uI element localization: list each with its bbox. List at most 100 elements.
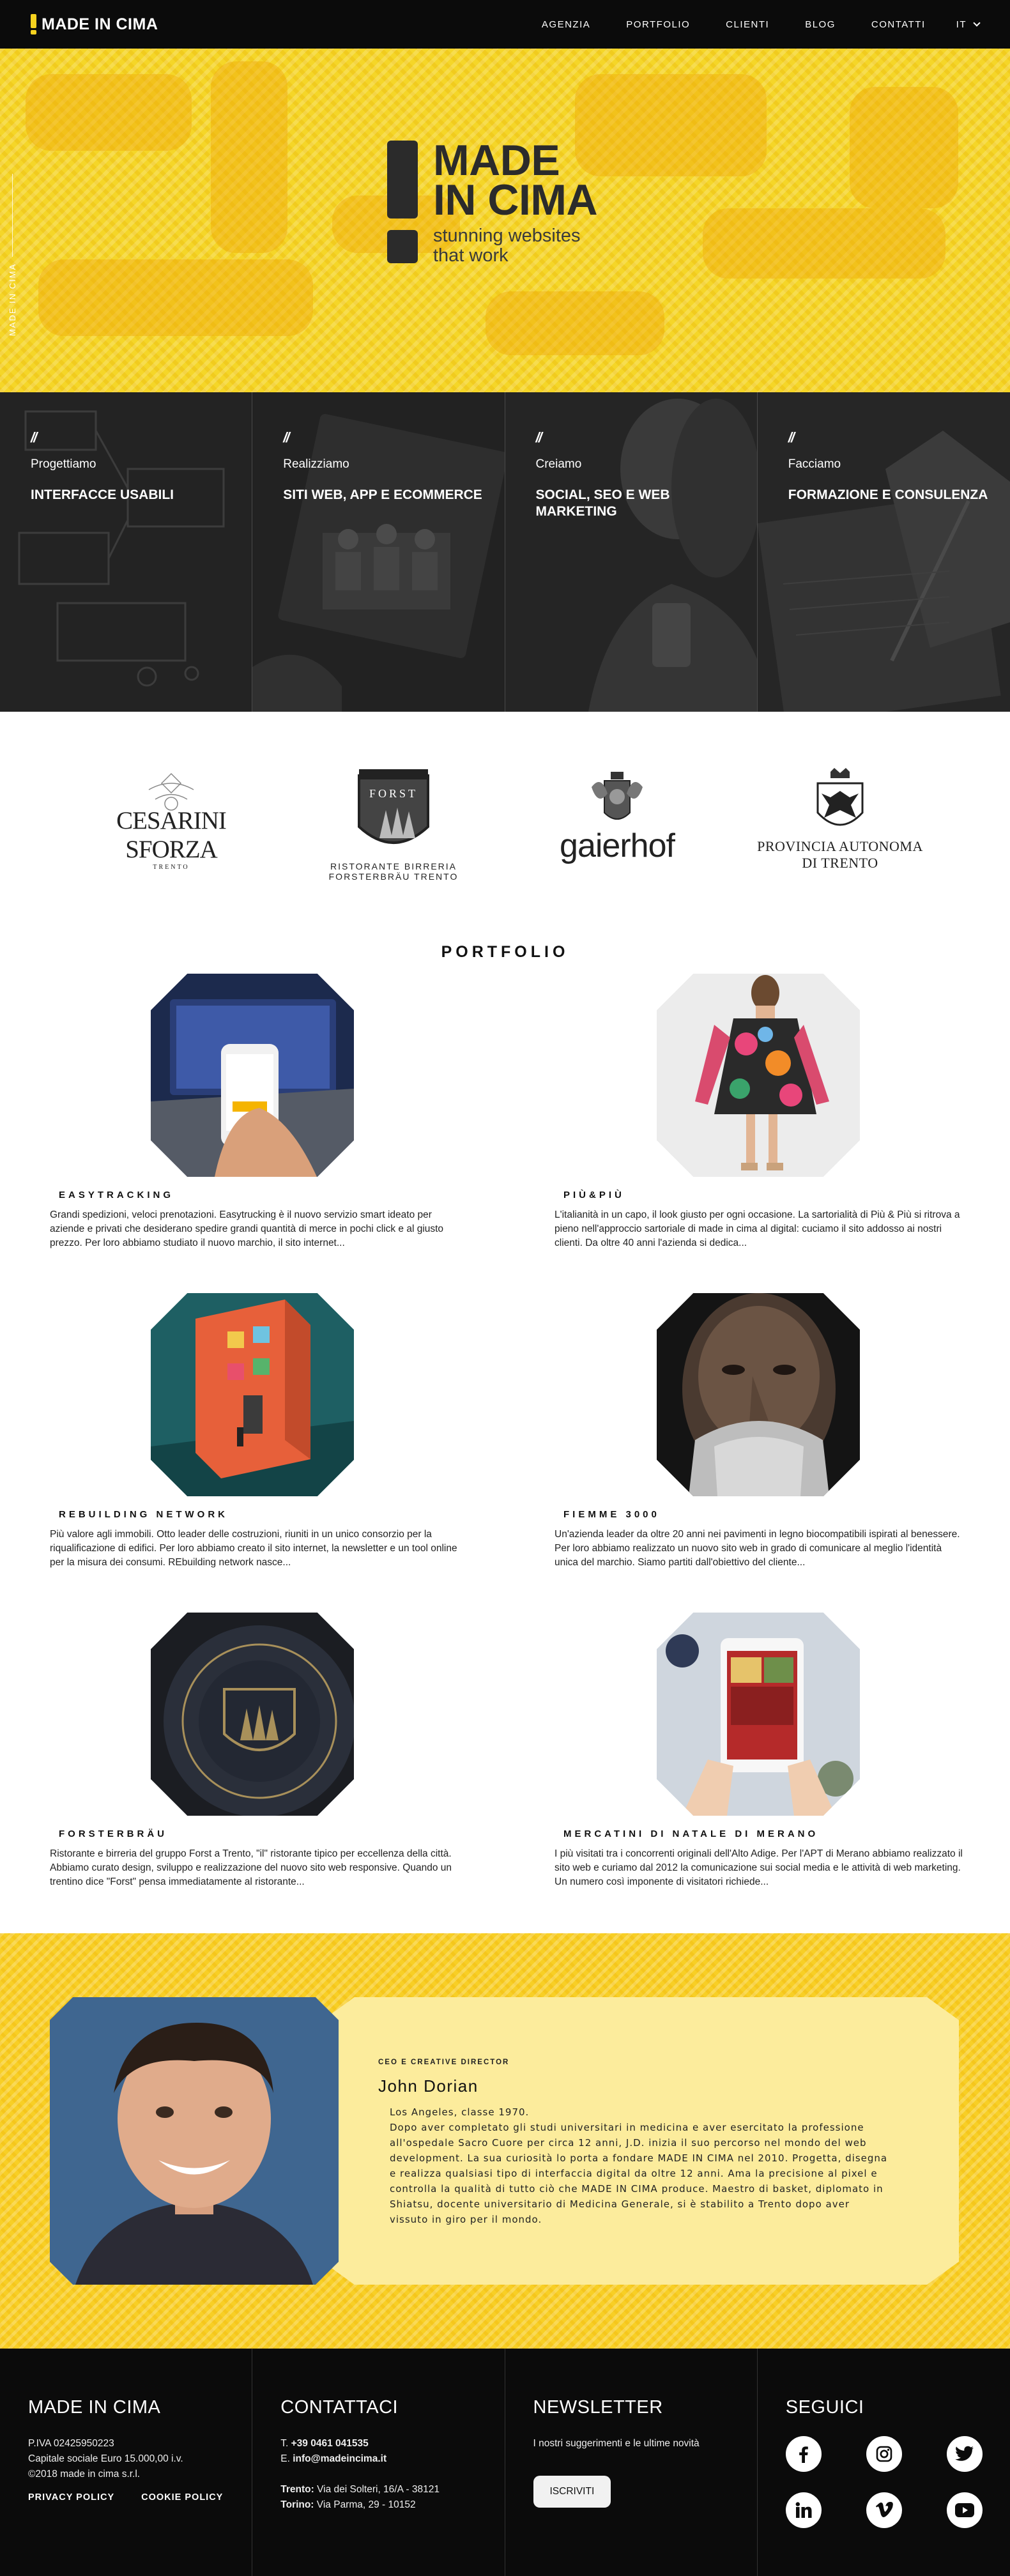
service-slash: // bbox=[283, 429, 289, 445]
footer-social-title: SEGUICI bbox=[785, 2397, 864, 2418]
contact-phone[interactable]: T. +39 0461 041535 bbox=[280, 2436, 504, 2451]
company-capital: Capitale sociale Euro 15.000,00 i.v. bbox=[28, 2453, 183, 2464]
portfolio-item-desc: Grandi spedizioni, veloci prenotazioni. … bbox=[50, 1209, 444, 1248]
linkedin-icon[interactable] bbox=[785, 2492, 822, 2528]
service-title: FORMAZIONE E CONSULENZA bbox=[788, 487, 988, 502]
provincia-eagle-icon bbox=[816, 768, 864, 826]
cesarini-name: CESARINI SFORZA bbox=[116, 807, 227, 863]
footer-company: MADE IN CIMA P.IVA 02425950223 Capitale … bbox=[0, 2349, 253, 2576]
privacy-policy-link[interactable]: PRIVACY POLICY bbox=[28, 2492, 114, 2503]
portfolio-item-name: FORSTERBRÄU bbox=[59, 1828, 167, 1839]
client-gaierhof[interactable]: gaierhof bbox=[547, 768, 687, 865]
footer-contacts: CONTATTACI T. +39 0461 041535 E. info@ma… bbox=[252, 2349, 505, 2576]
portfolio-item-desc: L'italianità in un capo, il look giusto … bbox=[555, 1209, 960, 1248]
portfolio-thumbnail[interactable] bbox=[657, 1293, 860, 1496]
service-card-siti-web[interactable]: // Realizziamo SITI WEB, APP E ECOMMERCE bbox=[252, 392, 505, 712]
portfolio-item-easytracking[interactable]: EASYTRACKING Grandi spedizioni, veloci p… bbox=[50, 974, 459, 1250]
subscribe-button[interactable]: ISCRIVITI bbox=[533, 2476, 611, 2508]
vimeo-icon[interactable] bbox=[866, 2492, 902, 2528]
service-kicker: Facciamo bbox=[788, 457, 841, 471]
service-kicker: Realizziamo bbox=[283, 457, 349, 471]
client-provincia-trento[interactable]: PROVINCIA AUTONOMA DI TRENTO bbox=[754, 768, 926, 871]
logo-mark-icon bbox=[31, 14, 36, 34]
portfolio-item-forsterbrau[interactable]: FORSTERBRÄU Ristorante e birreria del gr… bbox=[50, 1613, 459, 1889]
portfolio-item-piu-piu[interactable]: PIÙ&PIÙ L'italianità in un capo, il look… bbox=[555, 974, 963, 1250]
portfolio-item-name: FIEMME 3000 bbox=[563, 1509, 660, 1520]
hero-logo-line-1: MADE bbox=[433, 136, 560, 185]
portfolio-thumbnail[interactable] bbox=[151, 974, 354, 1177]
service-card-interfacce[interactable]: // Progettiamo INTERFACCE USABILI bbox=[0, 392, 253, 712]
cookie-policy-link[interactable]: COOKIE POLICY bbox=[141, 2492, 223, 2503]
team-member-name: John Dorian bbox=[378, 2076, 478, 2096]
nav-link-agenzia[interactable]: AGENZIA bbox=[542, 19, 590, 30]
footer-contacts-title: CONTATTACI bbox=[280, 2397, 399, 2418]
contact-email[interactable]: E. info@madeincima.it bbox=[280, 2451, 504, 2467]
newsletter-text: I nostri suggerimenti e le ultime novità bbox=[533, 2438, 700, 2449]
portfolio-item-fiemme-3000[interactable]: FIEMME 3000 Un'azienda leader da oltre 2… bbox=[555, 1293, 963, 1570]
portfolio-thumbnail[interactable] bbox=[151, 1293, 354, 1496]
forst-line-1: RISTORANTE BIRRERIA bbox=[330, 861, 457, 871]
service-title: SOCIAL, SEO E WEB MARKETING bbox=[535, 487, 670, 519]
logo-mark-icon bbox=[387, 141, 418, 263]
facebook-icon[interactable] bbox=[785, 2436, 822, 2472]
hero-logo: MADE IN CIMA stunning websites that work bbox=[387, 136, 598, 266]
portfolio-item-mercatini-merano[interactable]: MERCATINI DI NATALE DI MERANO I più visi… bbox=[555, 1613, 963, 1889]
nav-link-portfolio[interactable]: PORTFOLIO bbox=[626, 19, 690, 30]
footer: MADE IN CIMA P.IVA 02425950223 Capitale … bbox=[0, 2349, 1010, 2576]
chevron-down-icon bbox=[973, 19, 981, 27]
gaierhof-name: gaierhof bbox=[560, 827, 675, 864]
nav-link-blog[interactable]: BLOG bbox=[805, 19, 836, 30]
team-section: CEO E CREATIVE DIRECTOR John Dorian Los … bbox=[0, 1933, 1010, 2349]
company-vat: P.IVA 02425950223 bbox=[28, 2438, 114, 2449]
instagram-icon[interactable] bbox=[866, 2436, 902, 2472]
provincia-line-1: PROVINCIA AUTONOMA bbox=[757, 838, 923, 854]
youtube-icon[interactable] bbox=[946, 2492, 983, 2528]
team-member-photo bbox=[50, 1997, 339, 2285]
portfolio-thumbnail[interactable] bbox=[657, 974, 860, 1177]
twitter-icon[interactable] bbox=[946, 2436, 983, 2472]
forst-line-2: FORSTERBRÄU TRENTO bbox=[328, 871, 459, 882]
bio-text: Dopo aver completato gli studi universit… bbox=[390, 2122, 888, 2225]
language-selector[interactable]: IT bbox=[956, 19, 981, 30]
portfolio-item-desc: Più valore agli immobili. Otto leader de… bbox=[50, 1529, 457, 1568]
provincia-line-2: DI TRENTO bbox=[802, 855, 878, 871]
hero-side-text: MADE IN CIMA bbox=[8, 173, 17, 336]
bio-first-line: Los Angeles, classe 1970. bbox=[390, 2106, 530, 2118]
hero-tagline-1: stunning websites bbox=[433, 226, 581, 246]
service-kicker: Progettiamo bbox=[31, 457, 96, 471]
forst-shield-icon: FORST bbox=[358, 769, 429, 844]
portfolio-thumbnail[interactable] bbox=[657, 1613, 860, 1816]
brand-logo[interactable]: MADE IN CIMA bbox=[31, 14, 158, 34]
portfolio-item-rebuilding-network[interactable]: REBUILDING NETWORK Più valore agli immob… bbox=[50, 1293, 459, 1570]
service-title: SITI WEB, APP E ECOMMERCE bbox=[283, 487, 482, 502]
language-label: IT bbox=[956, 19, 967, 30]
footer-newsletter: NEWSLETTER I nostri suggerimenti e le ul… bbox=[505, 2349, 758, 2576]
client-cesarini-sforza[interactable]: CESARINI SFORZA TRENTO bbox=[75, 770, 267, 871]
footer-company-title: MADE IN CIMA bbox=[28, 2397, 161, 2418]
team-member-role: CEO E CREATIVE DIRECTOR bbox=[378, 2058, 510, 2066]
service-card-formazione[interactable]: // Facciamo FORMAZIONE E CONSULENZA bbox=[757, 392, 1010, 712]
services-strip: // Progettiamo INTERFACCE USABILI // Rea… bbox=[0, 392, 1010, 712]
address-torino: Torino: Via Parma, 29 - 10152 bbox=[280, 2499, 416, 2510]
service-slash: // bbox=[788, 429, 795, 445]
portfolio-item-desc: I più visitati tra i concorrenti origina… bbox=[555, 1848, 963, 1887]
service-kicker: Creiamo bbox=[535, 457, 582, 471]
service-title: INTERFACCE USABILI bbox=[31, 487, 174, 502]
portfolio-item-desc: Ristorante e birreria del gruppo Forst a… bbox=[50, 1848, 452, 1887]
gaierhof-crest-icon bbox=[592, 772, 643, 820]
nav-link-contatti[interactable]: CONTATTI bbox=[871, 19, 926, 30]
hero-logo-line-2: IN CIMA bbox=[433, 176, 598, 224]
hero-banner: MADE IN CIMA MADE IN CIMA stunning websi… bbox=[0, 49, 1010, 392]
portfolio-item-name: REBUILDING NETWORK bbox=[59, 1509, 228, 1520]
portfolio-item-name: EASYTRACKING bbox=[59, 1190, 174, 1200]
company-copyright: ©2018 made in cima s.r.l. bbox=[28, 2469, 141, 2480]
service-card-social[interactable]: // Creiamo SOCIAL, SEO E WEB MARKETING bbox=[505, 392, 758, 712]
portfolio-item-name: PIÙ&PIÙ bbox=[563, 1190, 625, 1200]
cesarini-city: TRENTO bbox=[153, 864, 190, 871]
main-menu: AGENZIA PORTFOLIO CLIENTI BLOG CONTATTI … bbox=[506, 0, 981, 49]
nav-link-clienti[interactable]: CLIENTI bbox=[726, 19, 769, 30]
team-member-bio: Los Angeles, classe 1970. Dopo aver comp… bbox=[390, 2104, 888, 2227]
portfolio-thumbnail[interactable] bbox=[151, 1613, 354, 1816]
brand-name: MADE IN CIMA bbox=[42, 15, 158, 33]
client-forst[interactable]: FORST RISTORANTE BIRRERIA FORSTERBRÄU TR… bbox=[323, 763, 464, 882]
